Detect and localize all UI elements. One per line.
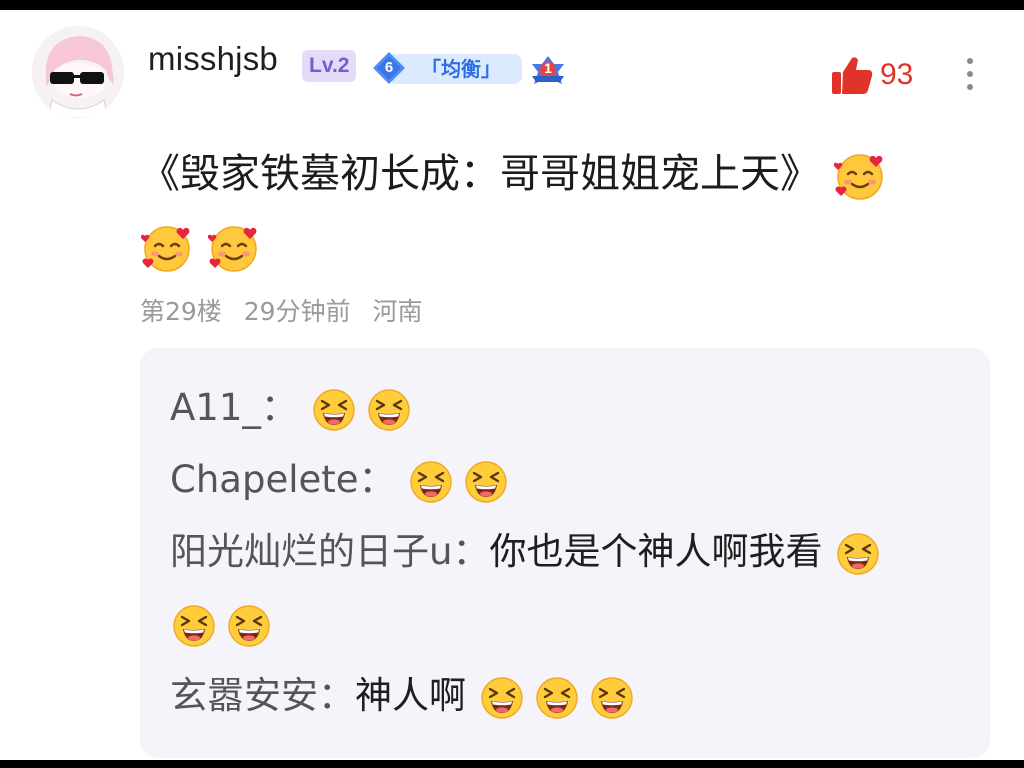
reply-text: 神人啊 xyxy=(355,674,466,717)
reply-author[interactable]: A11_： xyxy=(170,386,298,429)
avatar[interactable] xyxy=(32,26,124,118)
grinning-squinting-face-icon xyxy=(479,675,525,721)
post-content: 《毁家铁墓初长成：哥哥姐姐宠上天》 xyxy=(140,138,970,282)
reply-list[interactable]: A11_： Chapelete： 阳光灿烂的日子u：你也是个神人啊我看 玄嚣安安… xyxy=(140,348,990,758)
reply-author[interactable]: Chapelete： xyxy=(170,458,396,501)
reply-item[interactable]: 阳光灿烂的日子u：你也是个神人啊我看 xyxy=(170,516,962,660)
smiling-face-with-hearts-icon xyxy=(208,222,260,274)
avatar-image xyxy=(32,26,124,118)
more-options-icon[interactable] xyxy=(958,54,982,98)
tag-badge: 「均衡」 6 xyxy=(372,52,522,84)
post-meta: 第29楼 29分钟前 河南 xyxy=(140,292,437,328)
grinning-squinting-face-icon xyxy=(311,387,357,433)
grinning-squinting-face-icon xyxy=(171,603,217,649)
post-location: 河南 xyxy=(372,297,423,326)
reply-item[interactable]: A11_： xyxy=(170,372,962,444)
reply-text: 你也是个神人啊我看 xyxy=(489,530,823,573)
floor-number: 第29楼 xyxy=(140,297,222,326)
username[interactable]: misshjsb xyxy=(148,40,278,78)
grinning-squinting-face-icon xyxy=(835,531,881,577)
grinning-squinting-face-icon xyxy=(534,675,580,721)
grinning-squinting-face-icon xyxy=(408,459,454,505)
reply-author[interactable]: 玄嚣安安： xyxy=(170,674,355,717)
level-badge: Lv.2 xyxy=(302,50,357,82)
post-time: 29分钟前 xyxy=(243,297,351,326)
grinning-squinting-face-icon xyxy=(463,459,509,505)
reply-item[interactable]: Chapelete： xyxy=(170,444,962,516)
grinning-squinting-face-icon xyxy=(589,675,635,721)
smiling-face-with-hearts-icon xyxy=(834,150,886,202)
rank-badge: 1 xyxy=(528,54,568,90)
like-count: 93 xyxy=(880,58,914,91)
rank-number: 1 xyxy=(544,60,552,76)
smiling-face-with-hearts-icon xyxy=(141,222,193,274)
grinning-squinting-face-icon xyxy=(226,603,272,649)
reply-item[interactable]: 玄嚣安安：神人啊 xyxy=(170,660,962,732)
grinning-squinting-face-icon xyxy=(366,387,412,433)
comment-card: misshjsb Lv.2 「均衡」 6 1 93 《毁家铁墓初长成：哥哥姐姐宠… xyxy=(0,10,1024,760)
thumbs-up-icon xyxy=(832,57,873,94)
like-button[interactable]: 93 xyxy=(830,54,940,98)
tag-badge-number: 6 xyxy=(384,59,394,76)
tag-badge-label: 「均衡」 xyxy=(392,54,522,84)
post-text: 《毁家铁墓初长成：哥哥姐姐宠上天》 xyxy=(140,151,820,197)
reply-author[interactable]: 阳光灿烂的日子u： xyxy=(170,530,489,573)
